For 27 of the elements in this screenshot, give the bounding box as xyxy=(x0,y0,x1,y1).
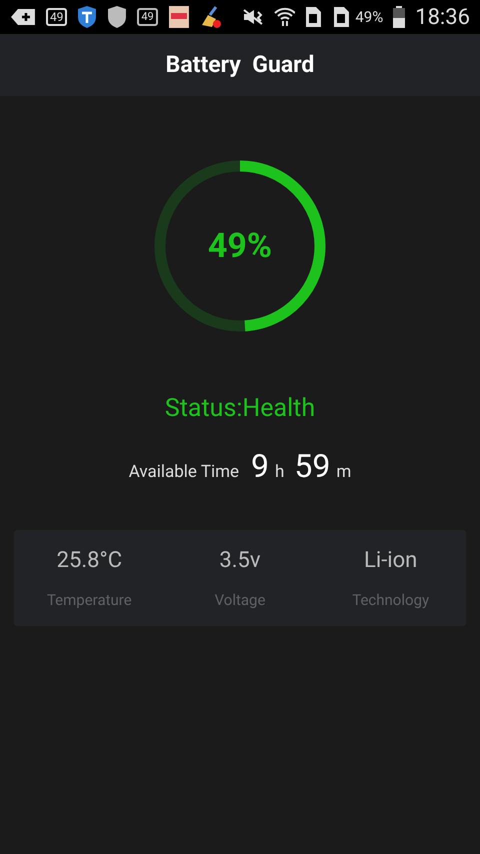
add-tag-icon xyxy=(10,8,36,26)
battery-icon xyxy=(393,6,406,28)
battery-percent: 49% xyxy=(355,6,384,28)
notification-count: 49 xyxy=(46,8,68,26)
charge-percent: 49% xyxy=(208,224,272,268)
notification-count: 49 xyxy=(137,8,158,26)
stat-value: 3.5v xyxy=(219,546,261,575)
hours-unit: h xyxy=(275,460,284,484)
minutes-value: 59 xyxy=(294,446,330,486)
clock: 18:36 xyxy=(415,4,470,32)
mute-vibrate-icon xyxy=(242,8,264,26)
hours-value: 9 xyxy=(251,446,270,486)
broom-icon xyxy=(200,5,222,29)
wifi-icon xyxy=(274,7,296,27)
shield-icon xyxy=(77,5,98,29)
status-text: Status:Health xyxy=(164,393,316,425)
available-time-label: Available Time xyxy=(128,460,240,484)
app-title: Battery Guard xyxy=(166,50,314,80)
sim-card-icon xyxy=(333,6,352,28)
stat-label: Temperature xyxy=(46,590,132,611)
stat-label: Technology xyxy=(352,590,430,611)
stat-label: Voltage xyxy=(214,590,266,611)
stat-value: Li-ion xyxy=(364,546,418,575)
sim-card-icon xyxy=(305,6,324,28)
shield-icon xyxy=(107,5,128,29)
minutes-unit: m xyxy=(336,460,352,484)
stat-value: 25.8°C xyxy=(56,546,122,575)
